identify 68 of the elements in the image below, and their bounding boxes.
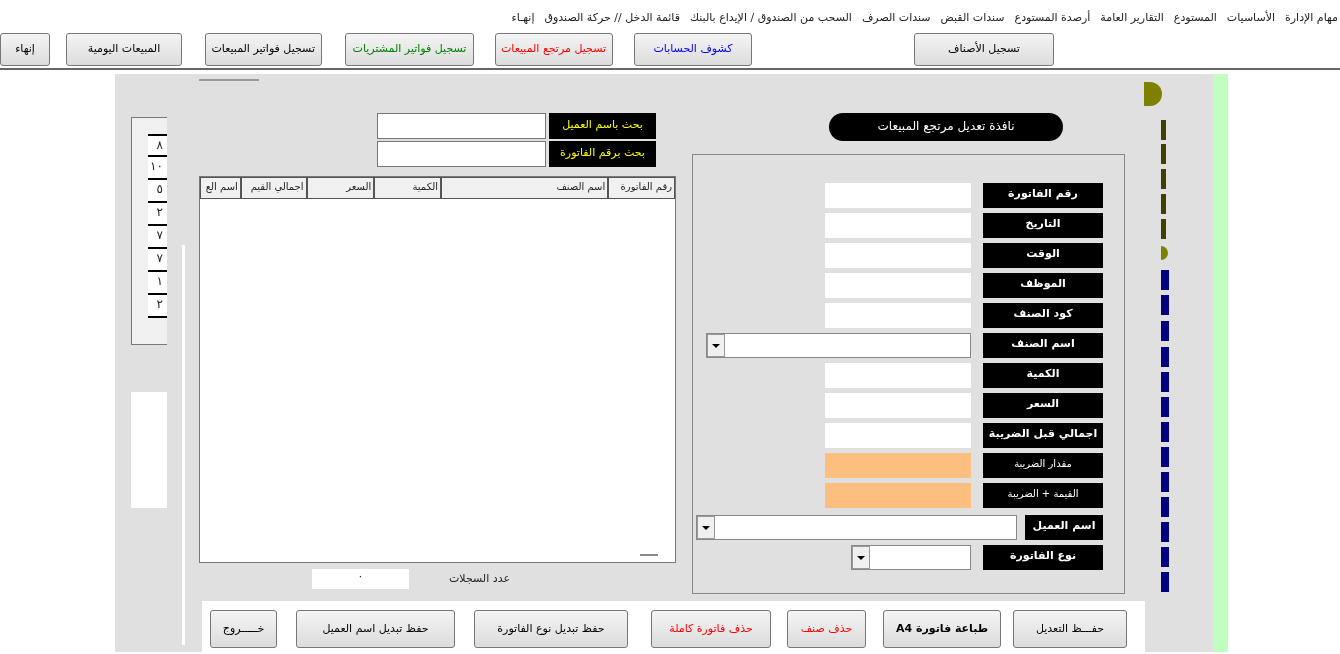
toolbar-button[interactable]: تسجيل فواتير المشتريات xyxy=(345,33,474,66)
menu-item[interactable]: أرصدة المستودع xyxy=(1014,10,1091,30)
search-label: بحث برقم الفاتورة xyxy=(549,141,656,167)
record-count-field: ٠ xyxy=(312,569,409,589)
toolbar-button[interactable]: تسجيل الأصناف xyxy=(914,33,1054,66)
action-button[interactable]: حفـــظ التعديل xyxy=(1013,610,1127,648)
dropdown-field[interactable] xyxy=(696,515,1017,540)
menu-item[interactable]: إنهـاء xyxy=(511,10,535,30)
input-field[interactable] xyxy=(825,243,971,268)
input-field[interactable] xyxy=(825,273,971,298)
action-button[interactable]: طباعة فاتورة A4 xyxy=(883,610,1001,648)
field-label: السعر xyxy=(983,393,1103,418)
field-label: الوقت xyxy=(983,243,1103,268)
menu-item[interactable]: سندات القبض xyxy=(940,10,1005,30)
input-field[interactable] xyxy=(825,213,971,238)
action-button[interactable]: خـــــروج xyxy=(210,610,277,648)
list-cell: ٢ xyxy=(148,203,167,226)
menu-item[interactable]: السحب من الصندوق / الإيداع بالبنك xyxy=(690,10,852,30)
field-label: اسم العميل xyxy=(1025,515,1103,540)
menu-item[interactable]: المستودع xyxy=(1173,10,1217,30)
dropdown-field[interactable] xyxy=(706,333,971,358)
field-label: الموظف xyxy=(983,273,1103,298)
search-field[interactable] xyxy=(377,113,546,139)
window-title: نافذة تعديل مرتجع المبيعات xyxy=(829,113,1063,141)
column-header[interactable]: الكمية xyxy=(374,177,441,199)
action-button[interactable]: حفظ تبديل اسم العميل xyxy=(296,610,455,648)
column-header[interactable]: اجمالي القيم xyxy=(240,177,307,199)
field-label: نوع الفاتورة xyxy=(983,545,1103,570)
list-cell: ٧ xyxy=(148,226,167,249)
input-field[interactable] xyxy=(825,453,971,478)
menu-item[interactable]: التقارير العامة xyxy=(1100,10,1164,30)
column-header[interactable]: رقم الفاتورة xyxy=(608,177,675,199)
menu-item[interactable]: قائمة الدخل // حركة الصندوق xyxy=(544,10,680,30)
column-header[interactable]: اسم الصنف xyxy=(441,177,609,199)
field-label: التاريخ xyxy=(983,213,1103,238)
field-label: اجمالي قبل الضريبة xyxy=(983,423,1103,448)
column-header[interactable]: اسم الع xyxy=(200,177,241,199)
record-count-label: عدد السجلات xyxy=(449,571,510,587)
list-cell: ١ xyxy=(148,272,167,295)
toolbar-button[interactable]: المبيعات اليومية xyxy=(66,33,182,66)
list-cell: ٨ xyxy=(148,134,167,157)
column-header[interactable]: السعر xyxy=(306,177,375,199)
list-cell: ٧ xyxy=(148,249,167,272)
search-label: بحث باسم العميل xyxy=(549,113,656,139)
menu-item[interactable]: مهام الإدارة xyxy=(1285,10,1338,30)
input-field[interactable] xyxy=(825,393,971,418)
input-field[interactable] xyxy=(825,303,971,328)
input-field[interactable] xyxy=(825,423,971,448)
menu-item[interactable]: سندات الصرف xyxy=(861,10,931,30)
search-field[interactable] xyxy=(377,141,546,167)
toolbar-button[interactable]: كشوف الحسابات xyxy=(634,33,752,66)
toolbar-button[interactable]: تسجيل فواتير المبيعات xyxy=(205,33,322,66)
field-label: الكمية xyxy=(983,363,1103,388)
input-field[interactable] xyxy=(825,183,971,208)
field-label: مقدار الضريبة xyxy=(983,453,1103,478)
input-field[interactable] xyxy=(825,363,971,388)
field-label: القيمة + الضريبة xyxy=(983,483,1103,508)
dropdown-field[interactable] xyxy=(851,545,971,570)
action-button[interactable]: حفظ تبديل نوع الفاتورة xyxy=(474,610,628,648)
list-cell: ٥ xyxy=(148,180,167,203)
list-cell: ١٠ xyxy=(148,157,167,180)
toolbar-button[interactable]: إنهاء xyxy=(0,33,50,66)
field-label: كود الصنف xyxy=(983,303,1103,328)
list-cell: ٢ xyxy=(148,295,167,318)
menu-item[interactable]: الأساسيات xyxy=(1226,10,1275,30)
input-field[interactable] xyxy=(825,483,971,508)
field-label: رقم الفاتورة xyxy=(983,183,1103,208)
field-label: اسم الصنف xyxy=(983,333,1103,358)
